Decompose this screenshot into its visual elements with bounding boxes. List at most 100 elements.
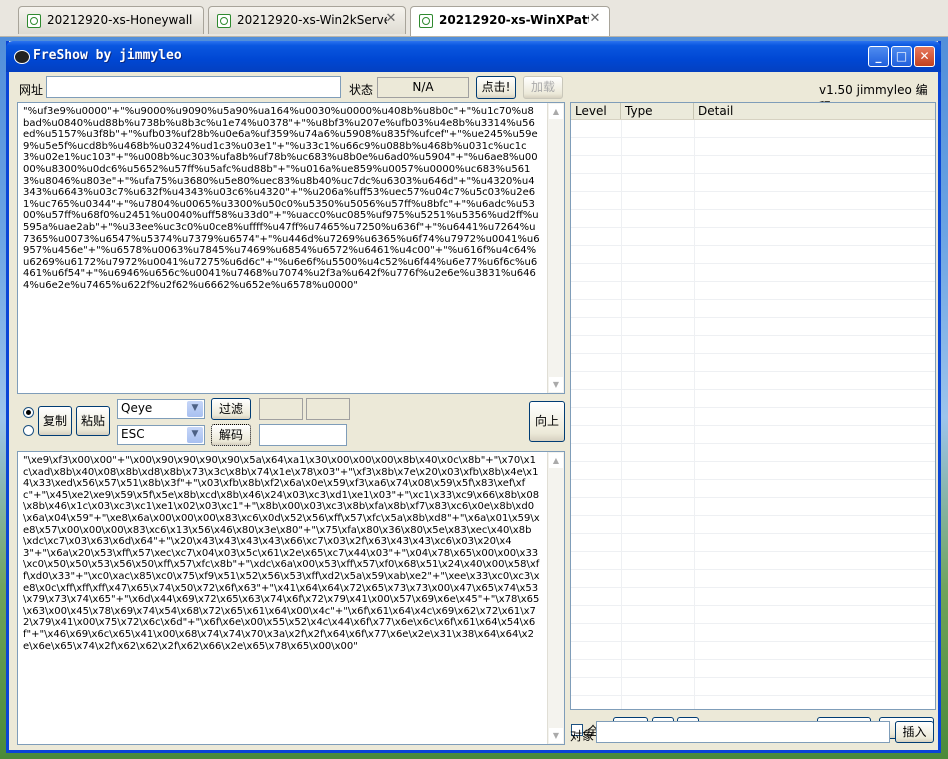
table-row (571, 120, 935, 138)
filter-button[interactable]: 过滤 (211, 398, 251, 420)
column-divider (694, 534, 695, 552)
scroll-up-icon[interactable]: ▲ (549, 104, 563, 119)
chevron-down-icon[interactable]: ▼ (187, 401, 203, 417)
object-label: 对象 (570, 729, 595, 743)
column-divider (621, 138, 622, 156)
column-divider (694, 588, 695, 606)
decode-param-input[interactable] (259, 424, 347, 446)
close-icon[interactable]: ✕ (384, 12, 398, 26)
column-divider (694, 192, 695, 210)
close-icon[interactable]: ✕ (588, 12, 602, 26)
freshow-window: FreShow by jimmyleo _ □ ✕ 网址 状态 N/A 点击! … (6, 41, 941, 753)
vertical-scrollbar[interactable]: ▲ ▼ (547, 452, 564, 744)
column-divider (694, 246, 695, 264)
column-divider (694, 642, 695, 660)
chevron-down-icon[interactable]: ▼ (187, 427, 203, 443)
column-divider (621, 372, 622, 390)
vm-icon (27, 14, 41, 28)
browser-tab-win2kserver[interactable]: 20212920-xs-Win2kServer_S... ✕ (208, 6, 406, 34)
results-listview[interactable]: Level Type Detail (570, 102, 936, 710)
escape-select[interactable]: ESC ▼ (117, 425, 205, 445)
scroll-down-icon[interactable]: ▼ (549, 377, 563, 392)
table-row (571, 498, 935, 516)
browser-tab-winxpattacker[interactable]: 20212920-xs-WinXPattac... ✕ (410, 6, 610, 36)
column-divider (694, 696, 695, 709)
object-input[interactable] (596, 721, 890, 743)
column-divider (694, 462, 695, 480)
column-divider (694, 660, 695, 678)
column-divider (694, 174, 695, 192)
browser-tab-honeywall[interactable]: 20212920-xs-Honeywall (18, 6, 204, 34)
column-divider (621, 426, 622, 444)
table-row (571, 372, 935, 390)
column-divider (621, 246, 622, 264)
column-divider (621, 516, 622, 534)
column-divider (694, 120, 695, 138)
column-divider (621, 282, 622, 300)
radio-top[interactable] (23, 407, 34, 418)
vertical-scrollbar[interactable]: ▲ ▼ (547, 103, 564, 393)
table-row (571, 210, 935, 228)
column-divider (621, 624, 622, 642)
vm-icon (217, 14, 231, 28)
column-divider (621, 228, 622, 246)
table-row (571, 354, 935, 372)
scroll-down-icon[interactable]: ▼ (549, 728, 563, 743)
column-divider (621, 408, 622, 426)
column-divider (694, 678, 695, 696)
radio-bottom[interactable] (23, 425, 34, 436)
window-title: FreShow by jimmyleo (33, 48, 182, 63)
column-header-level[interactable]: Level (571, 103, 621, 119)
column-divider (621, 390, 622, 408)
column-divider (694, 498, 695, 516)
table-row (571, 552, 935, 570)
column-divider (694, 138, 695, 156)
table-row (571, 642, 935, 660)
column-divider (694, 606, 695, 624)
column-divider (621, 696, 622, 709)
column-divider (694, 156, 695, 174)
decode-button[interactable]: 解码 (211, 424, 251, 446)
column-divider (621, 210, 622, 228)
table-row (571, 660, 935, 678)
scroll-up-icon[interactable]: ▲ (549, 453, 563, 468)
column-header-type[interactable]: Type (621, 103, 694, 119)
column-divider (694, 210, 695, 228)
column-divider (694, 516, 695, 534)
table-row (571, 678, 935, 696)
copy-button[interactable]: 复制 (38, 406, 72, 436)
column-divider (621, 174, 622, 192)
title-bar[interactable]: FreShow by jimmyleo _ □ ✕ (6, 41, 941, 72)
column-divider (621, 264, 622, 282)
column-divider (621, 462, 622, 480)
table-row (571, 390, 935, 408)
load-button[interactable]: 加载 (523, 76, 563, 99)
decoded-output-textarea[interactable]: "\xe9\xf3\x00\x00"+"\x00\x90\x90\x90\x90… (17, 451, 565, 745)
column-divider (694, 390, 695, 408)
encoded-input-textarea[interactable]: "%uf3e9%u0000"+"%u9000%u9090%u5a90%ua164… (17, 102, 565, 394)
table-row (571, 444, 935, 462)
column-divider (621, 354, 622, 372)
column-divider (621, 534, 622, 552)
close-button[interactable]: ✕ (914, 46, 935, 67)
paste-button[interactable]: 粘贴 (76, 406, 110, 436)
maximize-button[interactable]: □ (891, 46, 912, 67)
insert-button[interactable]: 插入 (895, 721, 934, 743)
status-value: N/A (377, 77, 469, 98)
column-divider (621, 318, 622, 336)
url-input[interactable] (46, 76, 341, 98)
column-divider (694, 552, 695, 570)
table-row (571, 534, 935, 552)
table-row (571, 174, 935, 192)
column-divider (621, 336, 622, 354)
click-button[interactable]: 点击! (476, 76, 516, 99)
column-header-detail[interactable]: Detail (694, 103, 935, 119)
up-button[interactable]: 向上 (529, 401, 565, 442)
engine-select[interactable]: Qeye ▼ (117, 399, 205, 419)
table-row (571, 264, 935, 282)
column-divider (621, 588, 622, 606)
minimize-button[interactable]: _ (868, 46, 889, 67)
table-row (571, 300, 935, 318)
column-divider (621, 300, 622, 318)
column-divider (694, 318, 695, 336)
